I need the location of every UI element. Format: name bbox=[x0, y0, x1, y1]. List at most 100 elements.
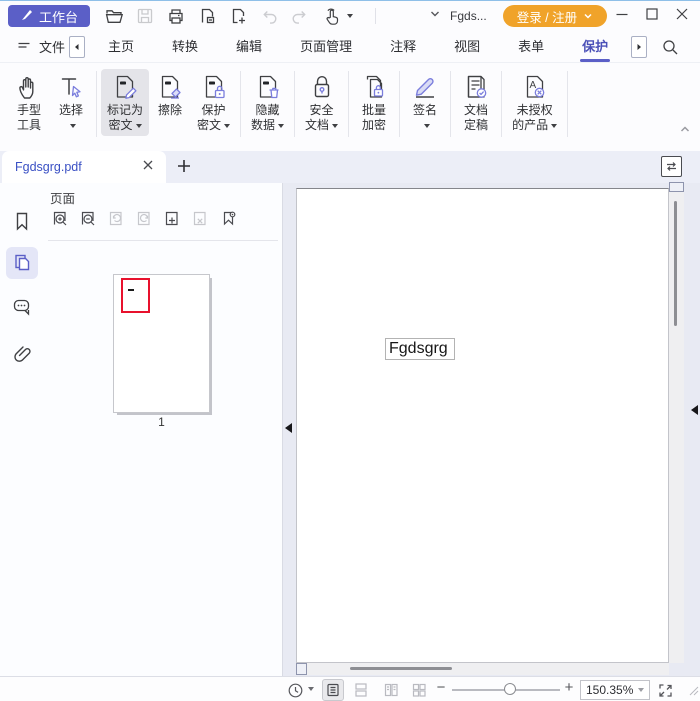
unauthorized-products-button[interactable]: A 未授权 的产品 bbox=[506, 69, 563, 136]
undo-icon[interactable] bbox=[259, 6, 279, 26]
new-tab-button[interactable] bbox=[176, 158, 192, 179]
secure-document-button[interactable]: 安全 文档 bbox=[299, 69, 344, 136]
workbench-button[interactable]: 工作台 bbox=[8, 5, 90, 27]
resize-grip[interactable] bbox=[689, 683, 699, 701]
comments-panel-button[interactable] bbox=[6, 291, 38, 323]
menu-tab-edit[interactable]: 编辑 bbox=[236, 29, 262, 64]
zoom-dropdown-icon[interactable] bbox=[638, 688, 644, 692]
finalize-document-button[interactable]: 文档 定稿 bbox=[455, 69, 497, 136]
vertical-scroll-top-button[interactable] bbox=[669, 182, 684, 192]
pen-logo-icon bbox=[20, 8, 34, 25]
touch-mode-icon[interactable] bbox=[321, 6, 353, 26]
document-tab[interactable]: Fgdsgrg.pdf bbox=[2, 151, 166, 183]
maximize-button[interactable] bbox=[644, 6, 660, 27]
page-settings-button[interactable] bbox=[217, 207, 239, 229]
document-text-field[interactable]: Fgdsgrg bbox=[385, 338, 455, 360]
hand-tool-button[interactable]: 手型 工具 bbox=[8, 69, 50, 136]
zoom-in-button[interactable]: + bbox=[562, 679, 576, 696]
collapse-panel-arrow[interactable] bbox=[285, 423, 292, 433]
swap-view-button[interactable] bbox=[661, 156, 682, 177]
zoom-in-thumbnails-button[interactable] bbox=[49, 207, 71, 229]
vertical-scroll-thumb[interactable] bbox=[674, 201, 677, 326]
export-page-icon[interactable] bbox=[197, 6, 217, 26]
login-register-button[interactable]: 登录 / 注册 bbox=[503, 5, 607, 27]
zoom-out-thumbnails-button[interactable] bbox=[77, 207, 99, 229]
minimize-button[interactable] bbox=[614, 6, 630, 27]
hidden-data-button[interactable]: 隐藏 数据 bbox=[245, 69, 290, 136]
hidden-data-label-2: 数据 bbox=[251, 118, 275, 132]
hidden-data-dropdown-icon[interactable] bbox=[278, 124, 284, 128]
menu-tab-convert[interactable]: 转换 bbox=[172, 29, 198, 64]
new-document-icon[interactable] bbox=[228, 6, 248, 26]
collapse-right-arrow[interactable] bbox=[691, 405, 698, 415]
mark-redact-button[interactable]: 标记为 密文 bbox=[101, 69, 149, 136]
ribbon-divider bbox=[567, 71, 568, 137]
rotate-left-page-button[interactable] bbox=[105, 207, 127, 229]
finalize-document-label-1: 文档 bbox=[464, 103, 488, 118]
insert-page-button[interactable] bbox=[161, 207, 183, 229]
bookmarks-panel-button[interactable] bbox=[6, 205, 38, 237]
menu-tab-comment[interactable]: 注释 bbox=[390, 29, 416, 64]
unauthorized-products-dropdown-icon[interactable] bbox=[551, 124, 557, 128]
tab-close-icon[interactable] bbox=[142, 158, 154, 176]
batch-encrypt-button[interactable]: 批量 加密 bbox=[353, 69, 395, 136]
rotate-right-page-button[interactable] bbox=[133, 207, 155, 229]
quick-access-chevron-icon[interactable] bbox=[428, 7, 442, 26]
select-tool-button[interactable]: 选择 bbox=[50, 69, 92, 136]
menu-scroll-right-button[interactable] bbox=[631, 36, 647, 58]
collapse-ribbon-icon[interactable] bbox=[678, 122, 692, 141]
print-icon[interactable] bbox=[166, 6, 186, 26]
menu-scroll-left-button[interactable] bbox=[69, 36, 85, 58]
mark-redact-dropdown-icon[interactable] bbox=[136, 124, 142, 128]
mark-redact-label-2: 密文 bbox=[109, 118, 133, 132]
zoom-level-input[interactable]: 150.35% bbox=[580, 680, 650, 700]
zoom-slider-handle[interactable] bbox=[504, 683, 516, 695]
hidden-data-label-1: 隐藏 bbox=[256, 103, 280, 118]
facing-view-button[interactable] bbox=[380, 679, 402, 701]
panel-title: 页面 bbox=[50, 188, 75, 207]
redo-icon[interactable] bbox=[290, 6, 310, 26]
protect-redaction-button[interactable]: 保护 密文 bbox=[191, 69, 236, 136]
document-check-icon bbox=[462, 73, 490, 103]
continuous-view-button[interactable] bbox=[350, 679, 372, 701]
panel-separator bbox=[48, 240, 278, 241]
thumbnail-view-rect[interactable] bbox=[121, 278, 150, 313]
horizontal-scrollbar[interactable] bbox=[296, 663, 669, 675]
attachments-panel-button[interactable] bbox=[6, 337, 38, 369]
hand-tool-label-1: 手型 bbox=[17, 103, 41, 118]
horizontal-scroll-thumb[interactable] bbox=[350, 667, 452, 670]
pdf-page[interactable]: Fgdsgrg bbox=[296, 188, 669, 663]
auto-scroll-clock-button[interactable] bbox=[284, 679, 306, 701]
open-file-icon[interactable] bbox=[104, 6, 124, 26]
close-button[interactable] bbox=[674, 6, 690, 27]
zoom-out-button[interactable]: − bbox=[434, 679, 448, 696]
unauthorized-products-label-2: 的产品 bbox=[512, 118, 548, 132]
ribbon-toolbar: 手型 工具 选择 标记为 密文 擦除 保护 密文 隐藏 数 bbox=[0, 63, 700, 151]
secure-document-dropdown-icon[interactable] bbox=[332, 124, 338, 128]
fullscreen-button[interactable] bbox=[654, 679, 676, 701]
horizontal-scroll-left-button[interactable] bbox=[296, 663, 307, 675]
batch-encrypt-label-2: 加密 bbox=[362, 118, 386, 133]
protect-redaction-dropdown-icon[interactable] bbox=[224, 124, 230, 128]
view-mode-dropdown-icon[interactable] bbox=[308, 687, 314, 691]
select-dropdown-icon[interactable] bbox=[70, 124, 76, 128]
menu-tab-form[interactable]: 表单 bbox=[518, 29, 544, 64]
menu-tab-home[interactable]: 主页 bbox=[108, 29, 134, 64]
single-page-view-button[interactable] bbox=[322, 679, 344, 701]
signature-dropdown-icon[interactable] bbox=[424, 124, 430, 128]
page-thumbnail[interactable] bbox=[113, 274, 210, 413]
touch-mode-dropdown[interactable] bbox=[347, 14, 353, 18]
signature-button[interactable]: 签名 bbox=[404, 69, 446, 136]
menu-tab-view[interactable]: 视图 bbox=[454, 29, 480, 64]
zoom-slider[interactable] bbox=[452, 689, 560, 691]
menu-tab-protect[interactable]: 保护 bbox=[582, 29, 608, 64]
delete-page-button[interactable] bbox=[189, 207, 211, 229]
erase-button[interactable]: 擦除 bbox=[149, 69, 191, 136]
search-icon[interactable] bbox=[661, 38, 679, 56]
facing-continuous-view-button[interactable] bbox=[408, 679, 430, 701]
file-menu[interactable]: 文件 bbox=[16, 37, 65, 56]
save-icon[interactable] bbox=[135, 6, 155, 26]
vertical-scrollbar[interactable] bbox=[669, 192, 684, 663]
menu-tab-page-management[interactable]: 页面管理 bbox=[300, 29, 352, 64]
pages-panel-button[interactable] bbox=[6, 247, 38, 279]
